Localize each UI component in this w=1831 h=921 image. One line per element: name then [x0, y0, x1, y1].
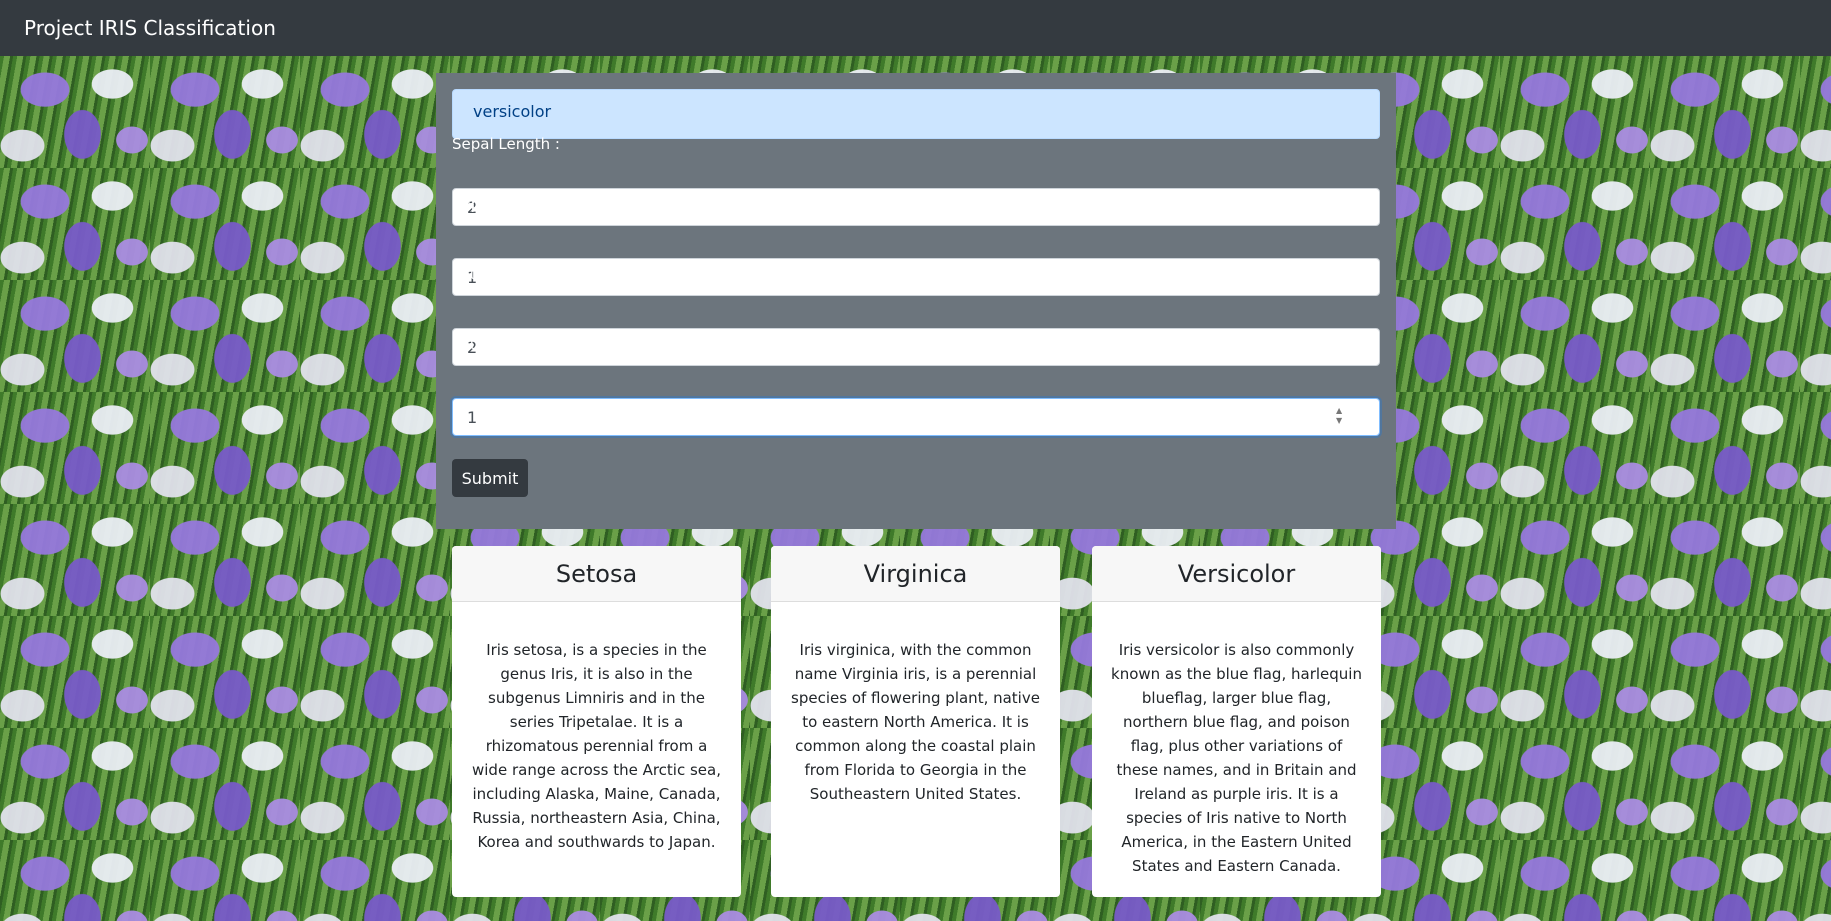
submit-button[interactable]: Submit	[452, 459, 528, 497]
petal-length-input[interactable]	[452, 328, 1380, 366]
card-virginica: Virginica Iris virginica, with the commo…	[771, 546, 1060, 897]
petal-length-label: Petal Length :	[452, 265, 556, 283]
sepal-width-input[interactable]	[452, 258, 1380, 296]
navbar: Project IRIS Classification	[0, 0, 1831, 56]
card-setosa: Setosa Iris setosa, is a species in the …	[452, 546, 741, 897]
prediction-form-panel: versicolor Sepal Length : Sepal Width : …	[436, 73, 1396, 529]
navbar-brand[interactable]: Project IRIS Classification	[24, 16, 276, 40]
petal-width-label: Petal Width :	[452, 335, 548, 353]
number-spinner-icon[interactable]: ▲ ▼	[1336, 406, 1342, 426]
sepal-width-label: Sepal Width :	[452, 195, 552, 213]
prediction-result-alert: versicolor	[452, 89, 1380, 139]
card-title: Versicolor	[1092, 546, 1381, 602]
petal-width-input[interactable]	[452, 398, 1380, 436]
card-text: Iris versicolor is also commonly known a…	[1111, 641, 1362, 875]
sepal-length-input[interactable]	[452, 188, 1380, 226]
card-versicolor: Versicolor Iris versicolor is also commo…	[1092, 546, 1381, 897]
card-title: Virginica	[771, 546, 1060, 602]
card-title: Setosa	[452, 546, 741, 602]
sepal-length-label: Sepal Length :	[452, 135, 560, 153]
card-text: Iris virginica, with the common name Vir…	[791, 641, 1040, 803]
card-text: Iris setosa, is a species in the genus I…	[472, 641, 721, 851]
